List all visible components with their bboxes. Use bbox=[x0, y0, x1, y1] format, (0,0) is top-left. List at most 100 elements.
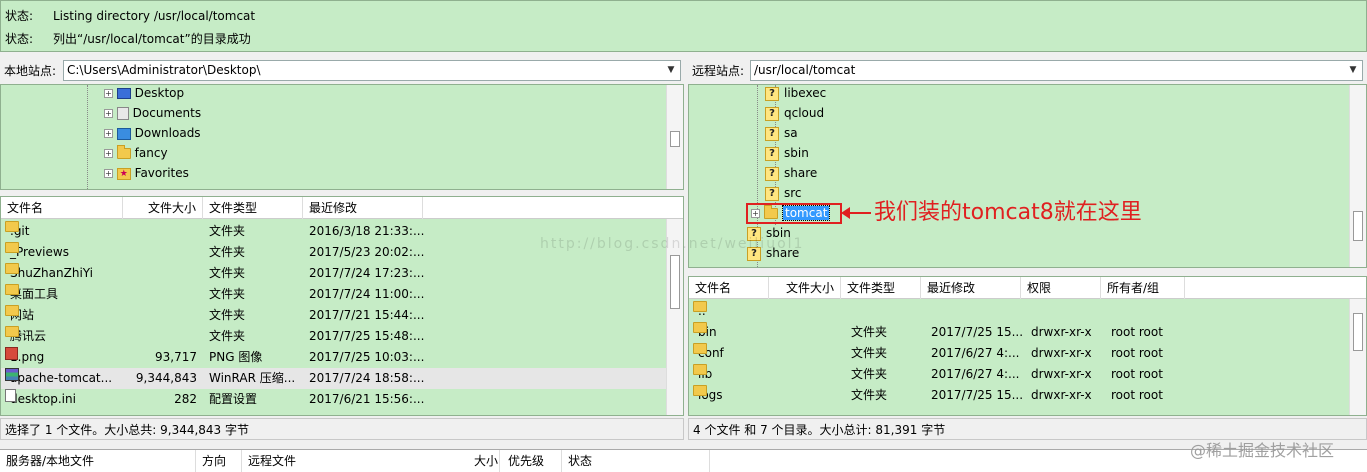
table-row[interactable]: conf 文件夹 2017/6/27 4:... drwxr-xr-x root roo… bbox=[689, 343, 1366, 364]
tree-item-qcloud[interactable]: ? qcloud bbox=[765, 103, 824, 123]
col-header-name[interactable]: 文件名 bbox=[689, 277, 769, 299]
file-name-cell: 网站 bbox=[5, 305, 123, 326]
col-header-size[interactable]: 文件大小 bbox=[123, 197, 203, 219]
queue-col-status[interactable]: 状态 bbox=[562, 450, 710, 472]
file-modified-cell: 2017/7/24 18:58:... bbox=[309, 371, 425, 385]
unknown-folder-icon: ? bbox=[765, 146, 779, 161]
col-header-permissions[interactable]: 权限 bbox=[1021, 277, 1101, 299]
file-name-cell: .. bbox=[693, 301, 769, 322]
queue-col-priority[interactable]: 优先级 bbox=[502, 450, 562, 472]
col-header-type[interactable]: 文件类型 bbox=[203, 197, 303, 219]
annotation-highlight-box bbox=[746, 203, 842, 224]
col-header-modified[interactable]: 最近修改 bbox=[921, 277, 1021, 299]
chevron-down-icon[interactable]: ▼ bbox=[1346, 61, 1360, 80]
table-row[interactable]: desktop.ini 282 配置设置 2017/6/21 15:56:... bbox=[1, 389, 683, 410]
message-log[interactable]: 状态: Listing directory /usr/local/tomcat 状… bbox=[0, 0, 1367, 52]
tree-item-fancy[interactable]: + fancy bbox=[104, 143, 168, 163]
col-header-modified[interactable]: 最近修改 bbox=[303, 197, 423, 219]
folder-icon bbox=[693, 301, 707, 312]
expand-icon[interactable]: + bbox=[104, 169, 113, 178]
scrollbar-thumb[interactable] bbox=[670, 255, 680, 309]
folder-icon bbox=[693, 322, 707, 333]
remote-file-list[interactable]: 文件名 文件大小 文件类型 最近修改 权限 所有者/组 ..bin 文件夹 2017… bbox=[688, 276, 1367, 416]
queue-col-direction[interactable]: 方向 bbox=[196, 450, 242, 472]
local-site-label: 本地站点: bbox=[4, 64, 57, 78]
file-owner-cell: root root bbox=[1111, 325, 1163, 339]
col-header-type[interactable]: 文件类型 bbox=[841, 277, 921, 299]
unknown-folder-icon: ? bbox=[765, 106, 779, 121]
col-header-name[interactable]: 文件名 bbox=[1, 197, 123, 219]
tree-item-label: fancy bbox=[134, 146, 168, 160]
tree-item-sa[interactable]: ? sa bbox=[765, 123, 798, 143]
file-name: ShuZhanZhiYi bbox=[10, 266, 94, 280]
local-status-text: 选择了 1 个文件。大小总共: 9,344,843 字节 bbox=[5, 423, 250, 437]
tree-item-sbin[interactable]: ? sbin bbox=[765, 143, 809, 163]
table-row[interactable]: lib 文件夹 2017/6/27 4:... drwxr-xr-x root root bbox=[689, 364, 1366, 385]
scrollbar-thumb[interactable] bbox=[1353, 211, 1363, 241]
remote-path-value: /usr/local/tomcat bbox=[754, 63, 856, 77]
table-row[interactable]: .. bbox=[689, 301, 1366, 322]
tree-item-downloads[interactable]: + Downloads bbox=[104, 123, 201, 143]
local-status-bar: 选择了 1 个文件。大小总共: 9,344,843 字节 bbox=[0, 418, 684, 440]
file-perm-cell: drwxr-xr-x bbox=[1031, 388, 1092, 402]
table-row[interactable]: ShuZhanZhiYi 文件夹 2017/7/24 17:23:... bbox=[1, 263, 683, 284]
file-type-cell: 文件夹 bbox=[851, 388, 888, 402]
queue-col-remote-file[interactable]: 远程文件 bbox=[242, 450, 500, 472]
table-row[interactable]: logs 文件夹 2017/7/25 15... drwxr-xr-x root roo… bbox=[689, 385, 1366, 406]
folder-icon bbox=[116, 145, 131, 159]
folder-icon bbox=[5, 221, 19, 232]
tree-item-desktop[interactable]: + Desktop bbox=[104, 85, 185, 103]
queue-col-size[interactable]: 大小 bbox=[468, 450, 502, 472]
favorites-icon: ★ bbox=[116, 167, 131, 180]
file-type-cell: 文件夹 bbox=[209, 245, 246, 259]
file-name-cell: 1.png bbox=[5, 347, 123, 368]
tree-item-documents[interactable]: + Documents bbox=[104, 103, 201, 123]
transfer-queue-header: 服务器/本地文件 方向 远程文件 大小 优先级 状态 bbox=[0, 449, 1367, 472]
log-key: 状态: bbox=[5, 32, 34, 46]
file-modified-cell: 2017/7/24 17:23:... bbox=[309, 266, 425, 280]
file-modified-cell: 2017/7/25 15... bbox=[931, 388, 1024, 402]
expand-icon[interactable]: + bbox=[104, 149, 113, 158]
tree-item-libexec[interactable]: ? libexec bbox=[765, 85, 826, 103]
table-row[interactable]: 网站 文件夹 2017/7/21 15:44:... bbox=[1, 305, 683, 326]
tree-item-share[interactable]: ? share bbox=[765, 163, 817, 183]
table-row[interactable]: apache-tomcat... 9,344,843 WinRAR 压缩... 201… bbox=[1, 368, 683, 389]
file-name-cell: lib bbox=[693, 364, 769, 385]
file-type-cell: PNG 图像 bbox=[209, 350, 263, 364]
col-header-size[interactable]: 文件大小 bbox=[769, 277, 841, 299]
tree-item-src[interactable]: ? src bbox=[765, 183, 802, 203]
scrollbar-thumb[interactable] bbox=[1353, 313, 1363, 351]
tree-item-favorites[interactable]: + ★ Favorites bbox=[104, 163, 189, 183]
file-modified-cell: 2017/6/27 4:... bbox=[931, 346, 1020, 360]
local-site-bar: 本地站点: C:\Users\Administrator\Desktop\ ▼ bbox=[0, 58, 684, 82]
chevron-down-icon[interactable]: ▼ bbox=[664, 61, 678, 80]
file-name-cell: logs bbox=[693, 385, 769, 406]
local-tree[interactable]: + Desktop + Documents + Downloads + fanc… bbox=[0, 84, 684, 190]
local-path-combo[interactable]: C:\Users\Administrator\Desktop\ ▼ bbox=[63, 60, 681, 81]
queue-col-local-file[interactable]: 服务器/本地文件 bbox=[0, 450, 196, 472]
local-tree-scrollbar[interactable] bbox=[666, 85, 683, 189]
file-modified-cell: 2017/5/23 20:02:... bbox=[309, 245, 425, 259]
expand-icon[interactable]: + bbox=[104, 129, 113, 138]
file-name-cell: apache-tomcat... bbox=[5, 368, 123, 389]
table-row[interactable]: 1.png 93,717 PNG 图像 2017/7/25 10:03:... bbox=[1, 347, 683, 368]
file-modified-cell: 2017/6/27 4:... bbox=[931, 367, 1020, 381]
file-modified-cell: 2016/3/18 21:33:... bbox=[309, 224, 425, 238]
table-row[interactable]: bin 文件夹 2017/7/25 15... drwxr-xr-x root root bbox=[689, 322, 1366, 343]
file-name-cell: 腾讯云 bbox=[5, 326, 123, 347]
scrollbar-thumb[interactable] bbox=[670, 131, 680, 147]
file-perm-cell: drwxr-xr-x bbox=[1031, 346, 1092, 360]
folder-icon bbox=[693, 385, 707, 396]
remote-list-scrollbar[interactable] bbox=[1349, 299, 1366, 415]
local-list-header: 文件名 文件大小 文件类型 最近修改 bbox=[1, 197, 683, 219]
col-header-owner[interactable]: 所有者/组 bbox=[1101, 277, 1185, 299]
expand-icon[interactable]: + bbox=[104, 89, 113, 98]
local-file-list[interactable]: 文件名 文件大小 文件类型 最近修改 .git 文件夹 2016/3/18 21:3… bbox=[0, 196, 684, 416]
tree-item-label: Favorites bbox=[134, 166, 189, 180]
remote-tree-scrollbar[interactable] bbox=[1349, 85, 1366, 267]
table-row[interactable]: 桌面工具 文件夹 2017/7/24 11:00:... bbox=[1, 284, 683, 305]
remote-path-combo[interactable]: /usr/local/tomcat ▼ bbox=[750, 60, 1363, 81]
expand-icon[interactable]: + bbox=[104, 109, 113, 118]
table-row[interactable]: 腾讯云 文件夹 2017/7/25 15:48:... bbox=[1, 326, 683, 347]
file-name-cell: ShuZhanZhiYi bbox=[5, 263, 123, 284]
